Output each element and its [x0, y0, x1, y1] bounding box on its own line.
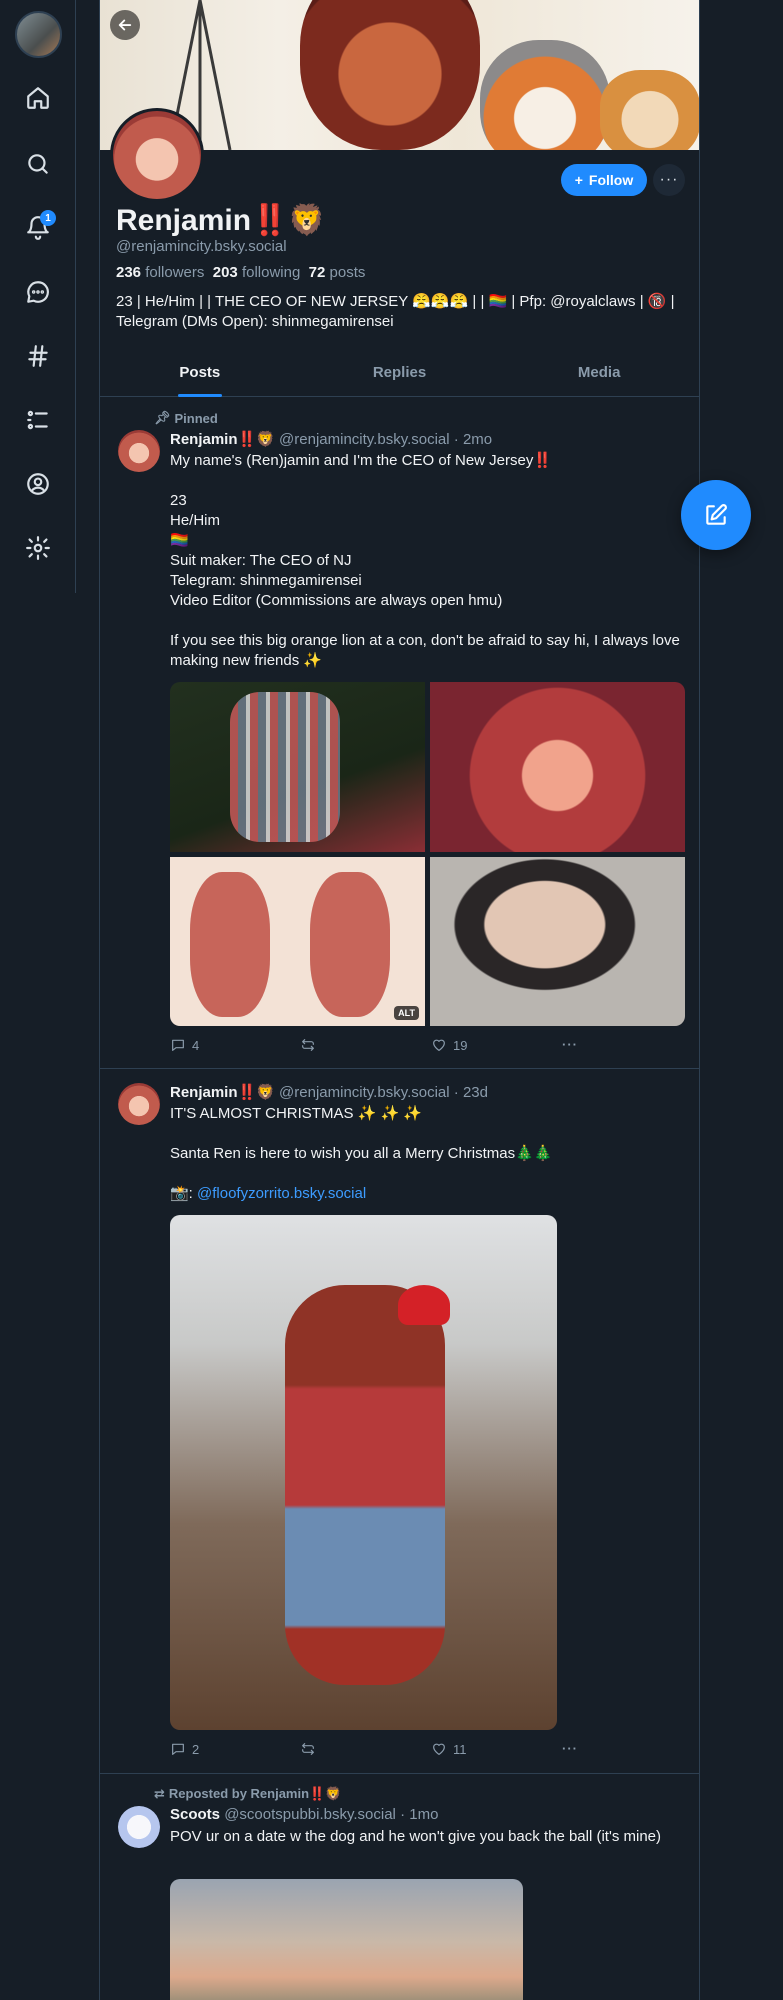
author-name: Scoots [170, 1806, 221, 1823]
reply-icon [172, 1039, 184, 1051]
repost-button[interactable] [300, 1037, 316, 1053]
post-image-sky[interactable] [170, 1879, 523, 2000]
pinned-label: 📌︎ Pinned [154, 410, 218, 426]
posts-label: posts [329, 264, 366, 281]
avatar[interactable] [118, 1083, 160, 1125]
author-name: Renjamin‼️🦁 [170, 1084, 275, 1101]
followers-count: 236 [116, 264, 142, 281]
post-time: · 23d [453, 1084, 488, 1101]
chat-icon[interactable] [22, 276, 54, 308]
post-image-lion-head[interactable] [430, 682, 685, 852]
profile-avatar[interactable] [110, 108, 204, 202]
mention-link[interactable]: @floofyzorrito.bsky.social [197, 1185, 366, 1202]
profile-icon[interactable] [22, 468, 54, 500]
post-actions: 2 11 ··· [170, 1741, 590, 1761]
post-image-selfie[interactable] [430, 856, 685, 1026]
repost-small-icon: ⇄ [154, 1786, 165, 1801]
tab-media[interactable]: Media [499, 352, 699, 396]
repost-icon [302, 1039, 314, 1051]
banner-lion-fursuit [300, 0, 480, 150]
author-name: Renjamin‼️🦁 [170, 431, 275, 448]
home-icon[interactable] [22, 82, 54, 114]
current-user-avatar[interactable] [15, 11, 62, 58]
author-handle: @renjamincity.bsky.social [279, 1084, 450, 1101]
like-button[interactable]: 19 [431, 1037, 467, 1053]
like-count: 11 [453, 1741, 467, 1757]
back-button[interactable] [110, 10, 140, 40]
post-more-button[interactable]: ··· [562, 1741, 578, 1756]
feed-post[interactable]: Renjamin‼️🦁 @renjamincity.bsky.social · … [100, 1069, 699, 1774]
profile-more-button[interactable]: ··· [653, 164, 685, 196]
reply-icon [172, 1743, 184, 1755]
post-image-santa-suit[interactable] [170, 1215, 557, 1730]
post-text: POV ur on a date w the dog and he won't … [170, 1828, 662, 1845]
post-image-ref-sheet[interactable]: ALT [170, 856, 425, 1026]
heart-icon [433, 1743, 445, 1755]
follow-label: Follow [588, 172, 634, 188]
settings-gear-icon[interactable] [22, 532, 54, 564]
like-button[interactable]: 11 [431, 1741, 467, 1757]
compose-post-button[interactable] [681, 480, 751, 550]
search-icon[interactable] [22, 148, 54, 180]
profile-column: + Follow ··· Renjamin‼️🦁 @renjamincity.b… [99, 0, 700, 2000]
compose-icon [706, 504, 727, 525]
avatar[interactable] [118, 1806, 160, 1848]
notifications-bell-icon[interactable]: 1 [22, 210, 56, 244]
post-image-grid: ALT [170, 682, 685, 1026]
following-label: following [241, 264, 301, 281]
following-link[interactable]: 203 following [213, 264, 301, 281]
post-more-button[interactable]: ··· [562, 1037, 578, 1052]
avatar[interactable] [118, 430, 160, 472]
arrow-left-icon [118, 19, 132, 31]
following-count: 203 [212, 264, 238, 281]
tab-replies[interactable]: Replies [300, 352, 500, 396]
followers-label: followers [145, 264, 205, 281]
alt-badge[interactable]: ALT [394, 1006, 419, 1020]
profile-stats: 236 followers 203 following 72 posts [116, 264, 365, 281]
reply-button[interactable]: 4 [170, 1037, 199, 1053]
post-author[interactable]: Scoots @scootspubbi.bsky.social · 1mo [170, 1806, 438, 1823]
post-author[interactable]: Renjamin‼️🦁 @renjamincity.bsky.social · … [170, 1083, 488, 1101]
feed-post[interactable]: 📌︎ Pinned Renjamin‼️🦁 @renjamincity.bsky.… [100, 398, 699, 1069]
post-time: · 1mo [400, 1806, 439, 1823]
hashtag-feeds-icon[interactable] [22, 340, 54, 372]
post-author[interactable]: Renjamin‼️🦁 @renjamincity.bsky.social · … [170, 430, 492, 448]
profile-tabs: Posts Replies Media [100, 352, 699, 397]
profile-handle: @renjamincity.bsky.social [116, 238, 287, 255]
profile-bio: 23 | He/Him | | THE CEO OF NEW JERSEY 😤😤… [116, 293, 675, 330]
post-time: · 2mo [453, 431, 493, 448]
follow-button[interactable]: + Follow [561, 164, 647, 196]
post-image-flannel[interactable] [170, 682, 425, 852]
left-nav: 1 [0, 0, 76, 593]
tab-posts[interactable]: Posts [100, 352, 300, 397]
posts-count: 72 [308, 264, 326, 281]
banner-fox-fursuit [480, 40, 610, 150]
like-count: 19 [453, 1037, 468, 1053]
repost-button[interactable] [300, 1741, 316, 1757]
feed-post[interactable]: ⇄ Reposted by Renjamin‼️🦁 Scoots @scootsp… [100, 1774, 699, 2000]
pin-icon: 📌︎ [154, 410, 171, 425]
heart-icon [433, 1039, 445, 1051]
display-name: Renjamin‼️🦁 [116, 204, 326, 237]
post-text: IT'S ALMOST CHRISTMAS ✨ ✨ ✨ Santa Ren is… [170, 1105, 553, 1202]
post-text: My name's (Ren)jamin and I'm the CEO of … [170, 452, 680, 669]
reply-button[interactable]: 2 [170, 1741, 199, 1757]
repost-icon [302, 1743, 314, 1755]
post-actions: 4 19 ··· [170, 1037, 590, 1057]
lists-icon[interactable] [22, 404, 54, 436]
reply-count: 2 [192, 1741, 200, 1757]
repost-label: ⇄ Reposted by Renjamin‼️🦁 [154, 1786, 342, 1801]
notifications-badge: 1 [40, 210, 56, 226]
reply-count: 4 [192, 1037, 200, 1053]
author-handle: @renjamincity.bsky.social [279, 431, 450, 448]
plus-icon: + [574, 172, 583, 188]
followers-link[interactable]: 236 followers [116, 264, 204, 281]
banner-plush [600, 70, 699, 150]
author-handle: @scootspubbi.bsky.social [224, 1806, 396, 1823]
